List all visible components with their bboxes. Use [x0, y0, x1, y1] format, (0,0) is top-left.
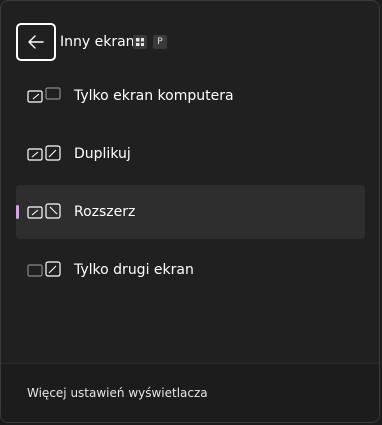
selection-indicator — [16, 205, 19, 219]
option-pc-screen-only[interactable]: Tylko ekran komputera — [16, 69, 365, 123]
pc-screen-only-icon — [27, 87, 61, 103]
windows-key-badge — [133, 35, 147, 49]
page-title: Inny ekran — [60, 34, 135, 50]
p-key-badge: P — [153, 35, 167, 49]
flyout-footer: Więcej ustawień wyświetlacza — [1, 363, 379, 422]
back-button[interactable] — [16, 23, 56, 61]
extend-icon — [27, 203, 61, 219]
arrow-left-icon — [28, 35, 44, 49]
option-label: Duplikuj — [74, 146, 131, 162]
project-flyout: Inny ekran P Tylko ekran komputera Dupli… — [0, 0, 380, 423]
flyout-header: Inny ekran P — [1, 1, 379, 67]
option-label: Rozszerz — [74, 204, 136, 220]
option-label: Tylko drugi ekran — [74, 262, 194, 278]
option-duplicate[interactable]: Duplikuj — [16, 127, 365, 181]
option-second-screen-only[interactable]: Tylko drugi ekran — [16, 243, 365, 297]
option-label: Tylko ekran komputera — [74, 88, 234, 104]
second-screen-only-icon — [27, 261, 61, 277]
windows-logo-icon — [136, 38, 144, 46]
duplicate-icon — [27, 145, 61, 161]
option-extend[interactable]: Rozszerz — [16, 185, 365, 239]
more-display-settings-link[interactable]: Więcej ustawień wyświetlacza — [27, 386, 208, 400]
